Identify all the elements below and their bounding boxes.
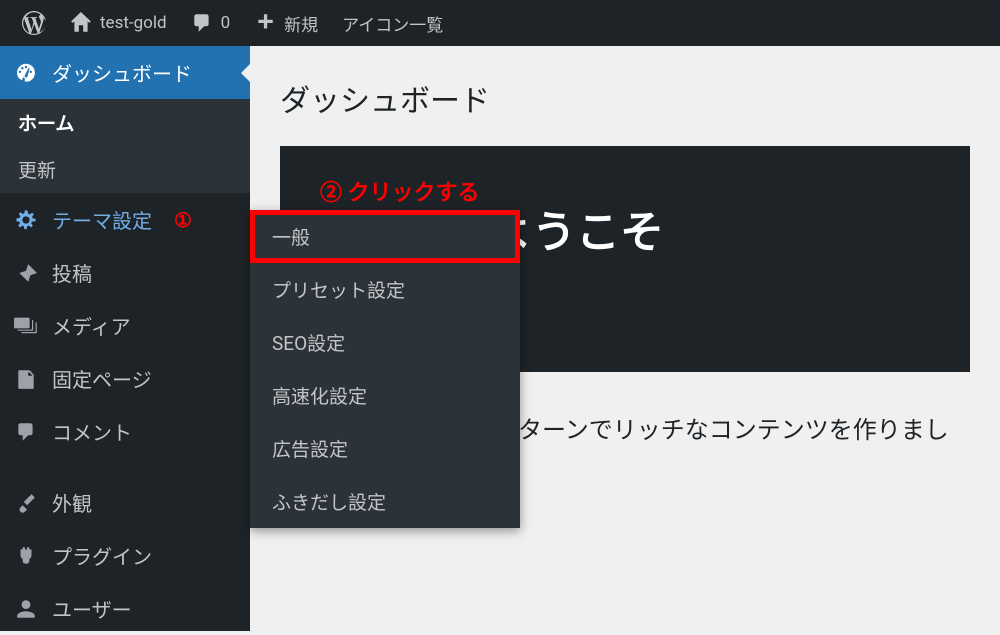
home-icon [70, 12, 92, 34]
brush-icon [14, 491, 38, 515]
sidebar-item-pages[interactable]: 固定ページ [0, 352, 250, 405]
admin-bar: test-gold 0 新規 アイコン一覧 [0, 0, 1000, 46]
plus-icon [254, 12, 276, 34]
new-content-menu[interactable]: 新規 [242, 0, 330, 46]
sidebar-item-users[interactable]: ユーザー [0, 582, 250, 635]
comment-icon [191, 12, 213, 34]
admin-sidebar: ダッシュボード ホーム 更新 テーマ設定 ① 投稿 メディア 固定ページ コメン… [0, 46, 250, 631]
sidebar-item-comments[interactable]: コメント [0, 405, 250, 458]
flyout-item-preset[interactable]: プリセット設定 [250, 263, 520, 316]
sidebar-item-label: 投稿 [52, 258, 92, 287]
dashboard-icon [14, 61, 38, 85]
sidebar-item-media[interactable]: メディア [0, 299, 250, 352]
flyout-item-speed[interactable]: 高速化設定 [250, 369, 520, 422]
flyout-item-ads[interactable]: 広告設定 [250, 422, 520, 475]
icon-list-label: アイコン一覧 [342, 11, 443, 36]
flyout-item-seo[interactable]: SEO設定 [250, 316, 520, 369]
comments-menu[interactable]: 0 [179, 0, 243, 46]
media-icon [14, 314, 38, 338]
sidebar-item-plugins[interactable]: プラグイン [0, 529, 250, 582]
sidebar-item-label: コメント [52, 417, 132, 446]
page-icon [14, 367, 38, 391]
submenu-item-home[interactable]: ホーム [0, 99, 250, 146]
sidebar-item-label: 固定ページ [52, 364, 152, 393]
plugin-icon [14, 544, 38, 568]
sidebar-item-label: ユーザー [52, 594, 132, 623]
theme-settings-flyout: 一般 プリセット設定 SEO設定 高速化設定 広告設定 ふきだし設定 [250, 210, 520, 528]
sidebar-item-label: 外観 [52, 488, 92, 517]
user-icon [14, 597, 38, 621]
gear-icon [14, 208, 38, 232]
wordpress-icon [22, 11, 46, 35]
comments-icon [14, 420, 38, 444]
sidebar-item-theme-settings[interactable]: テーマ設定 ① [0, 193, 250, 246]
flyout-item-general[interactable]: 一般 [250, 210, 520, 263]
sidebar-item-appearance[interactable]: 外観 [0, 476, 250, 529]
annotation-marker-1: ① [174, 208, 192, 232]
sidebar-item-label: ダッシュボード [52, 58, 192, 87]
sidebar-item-label: テーマ設定 [52, 205, 152, 234]
sidebar-item-posts[interactable]: 投稿 [0, 246, 250, 299]
flyout-item-balloon[interactable]: ふきだし設定 [250, 475, 520, 528]
annotation-marker-2: ② クリックする [320, 175, 479, 207]
sidebar-item-dashboard[interactable]: ダッシュボード [0, 46, 250, 99]
wp-logo-menu[interactable] [10, 0, 58, 46]
site-name-menu[interactable]: test-gold [58, 0, 179, 46]
submenu-item-updates[interactable]: 更新 [0, 146, 250, 193]
site-name-label: test-gold [100, 13, 167, 33]
pin-icon [14, 261, 38, 285]
dashboard-submenu: ホーム 更新 [0, 99, 250, 193]
icon-list-menu[interactable]: アイコン一覧 [330, 0, 455, 46]
new-content-label: 新規 [284, 11, 318, 36]
comments-count: 0 [221, 13, 231, 33]
sidebar-item-label: メディア [52, 311, 131, 340]
page-title: ダッシュボード [280, 76, 970, 120]
sidebar-item-label: プラグイン [52, 541, 152, 570]
